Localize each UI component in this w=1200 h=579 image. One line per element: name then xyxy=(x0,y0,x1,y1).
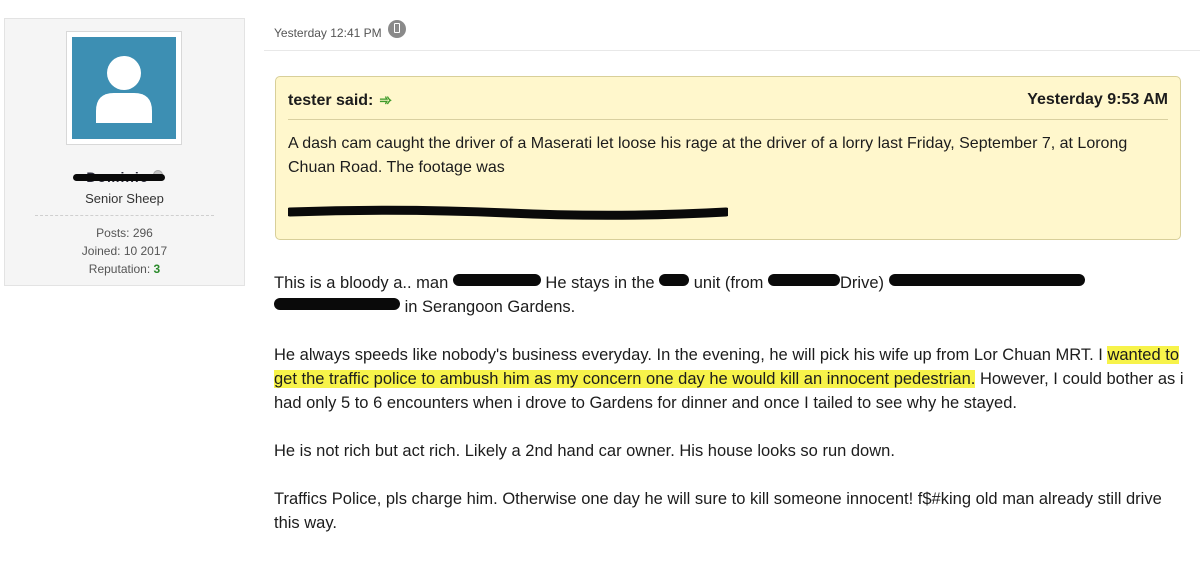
post-header-divider xyxy=(264,50,1200,51)
quote-divider xyxy=(288,119,1168,120)
message-text: unit (from xyxy=(689,274,769,292)
redaction-mark xyxy=(659,274,690,286)
default-user-icon xyxy=(96,56,152,123)
message-text: This is a bloody a.. man xyxy=(274,274,453,292)
quote-header: tester said: ➾ Yesterday 9:53 AM xyxy=(288,91,1168,110)
quote-text: A dash cam caught the driver of a Masera… xyxy=(288,135,1128,176)
user-stats: Posts: 296 Joined: 10 2017 Reputation: 3 xyxy=(5,224,244,278)
message-text: He stays in the xyxy=(540,274,660,292)
message-text: Drive) xyxy=(840,274,889,292)
arrow-right-icon[interactable]: ➾ xyxy=(379,91,392,109)
quote-block: tester said: ➾ Yesterday 9:53 AM A dash c… xyxy=(275,76,1181,240)
username-redaction xyxy=(73,174,165,181)
redaction-mark xyxy=(888,274,1085,286)
message-paragraph-3: He is not rich but act rich. Likely a 2n… xyxy=(274,442,895,460)
redaction-mark xyxy=(452,274,541,286)
reputation-label: Reputation: xyxy=(88,262,154,276)
username-row: Dominic xyxy=(5,169,244,185)
mobile-device-icon xyxy=(387,20,406,38)
sidebar-divider xyxy=(35,215,214,216)
message-paragraph-2: He always speeds like nobody's business … xyxy=(274,343,1186,415)
quote-link-redaction[interactable] xyxy=(288,205,728,221)
message-paragraph-4: Traffics Police, pls charge him. Otherwi… xyxy=(274,490,1162,532)
user-title: Senior Sheep xyxy=(85,191,164,206)
avatar[interactable] xyxy=(72,37,176,139)
post-header: Yesterday 12:41 PM xyxy=(274,20,406,42)
posts-count: Posts: 296 xyxy=(96,226,153,240)
post-message: This is a bloody a.. man He stays in the… xyxy=(274,271,1186,559)
reputation: Reputation: 3 xyxy=(5,260,244,278)
joined-date: Joined: 10 2017 xyxy=(81,244,168,258)
quote-author-label: tester said: xyxy=(288,92,374,109)
redaction-mark xyxy=(274,298,400,310)
message-paragraph-1: This is a bloody a.. man He stays in the… xyxy=(274,271,1186,319)
avatar-frame[interactable] xyxy=(66,31,182,145)
quote-author: tester said: ➾ xyxy=(288,91,392,110)
message-text: He always speeds like nobody's business … xyxy=(274,346,1108,364)
user-info-panel: Dominic Senior Sheep Posts: 296 Joined: … xyxy=(4,18,245,286)
message-text: in Serangoon Gardens. xyxy=(404,298,576,316)
post-timestamp[interactable]: Yesterday 12:41 PM xyxy=(274,26,382,40)
reputation-value[interactable]: 3 xyxy=(154,262,161,276)
redaction-mark xyxy=(768,274,841,286)
quote-time: Yesterday 9:53 AM xyxy=(1027,91,1168,108)
